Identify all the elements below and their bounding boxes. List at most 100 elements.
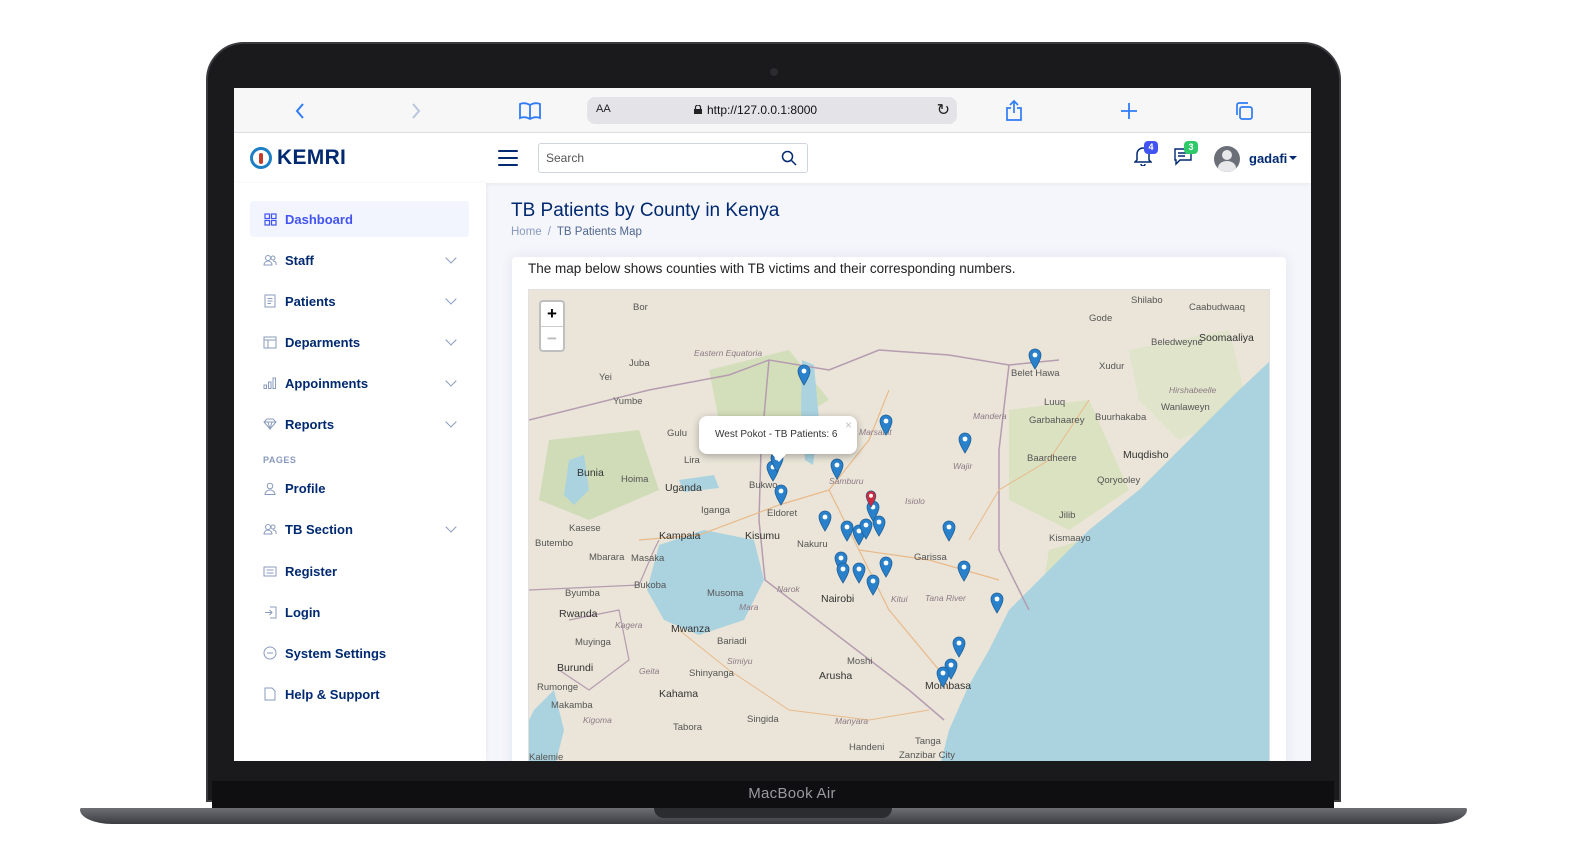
place-label: Kitui: [891, 594, 908, 604]
place-label: Geita: [639, 666, 660, 676]
address-bar[interactable]: AA http://127.0.0.1:8000 ↻: [587, 97, 957, 124]
back-icon[interactable]: [290, 88, 310, 133]
map-marker[interactable]: [1028, 348, 1042, 370]
place-label: Kismaayo: [1049, 533, 1091, 544]
breadcrumb-home[interactable]: Home: [511, 226, 542, 238]
sidebar-item-reports[interactable]: Reports: [250, 406, 469, 442]
chevron-down-icon: [445, 334, 457, 346]
bookmarks-icon[interactable]: [517, 88, 543, 133]
place-label: Iganga: [701, 505, 731, 516]
place-label: Jilib: [1059, 510, 1076, 521]
search-input[interactable]: Search: [538, 143, 808, 173]
place-label: Xudur: [1099, 361, 1125, 372]
search-icon[interactable]: [781, 150, 797, 166]
place-label: Mandera: [973, 411, 1007, 421]
map-marker[interactable]: [836, 562, 850, 584]
map-marker[interactable]: [958, 432, 972, 454]
place-label: Hirshabeelle: [1169, 385, 1217, 395]
place-label: Eldoret: [767, 508, 798, 519]
map-marker-selected[interactable]: [865, 490, 877, 508]
sidebar-item-tb-section[interactable]: TB Section: [250, 511, 469, 547]
map-marker[interactable]: [879, 556, 893, 578]
sidebar-item-staff[interactable]: Staff: [250, 242, 469, 278]
place-label: Bunia: [577, 467, 604, 479]
popup-close-icon[interactable]: ×: [845, 418, 852, 432]
people-icon: [262, 252, 278, 268]
place-label: Masaka: [631, 553, 665, 564]
sidebar-item-profile[interactable]: Profile: [250, 470, 469, 506]
reader-aa-button[interactable]: AA: [596, 103, 611, 115]
messages-badge: 3: [1184, 141, 1198, 154]
place-label: Kasese: [569, 523, 601, 534]
place-label: Rumonge: [537, 682, 579, 693]
page-title: TB Patients by County in Kenya: [511, 200, 780, 221]
sidebar-item-label: Profile: [285, 480, 326, 496]
place-label: Byumba: [565, 588, 600, 599]
browser-toolbar: AA http://127.0.0.1:8000 ↻: [234, 88, 1311, 133]
profile-username[interactable]: gadafi: [1249, 151, 1287, 166]
sidebar-item-register[interactable]: Register: [250, 553, 469, 589]
logo[interactable]: KEMRI: [250, 146, 346, 170]
map-marker[interactable]: [942, 520, 956, 542]
place-label: Nakuru: [797, 539, 828, 550]
place-label: Handeni: [849, 742, 885, 753]
place-label: Garbahaarey: [1029, 415, 1085, 426]
box-arrow-in-icon: [262, 604, 278, 620]
sidebar-item-dashboard[interactable]: Dashboard: [250, 201, 469, 237]
place-label: Nairobi: [821, 593, 855, 605]
sidebar-item-login[interactable]: Login: [250, 594, 469, 630]
camera-icon: [770, 68, 778, 76]
gem-icon: [262, 416, 278, 432]
sidebar-item-departments[interactable]: Deparments: [250, 324, 469, 360]
main-content: TB Patients by County in Kenya Home / TB P…: [486, 183, 1311, 761]
sidebar-item-system-settings[interactable]: System Settings: [250, 635, 469, 671]
map-marker[interactable]: [936, 666, 950, 688]
zoom-in-button[interactable]: +: [541, 302, 563, 326]
place-label: Burundi: [557, 662, 594, 674]
new-tab-icon[interactable]: [1118, 88, 1140, 133]
map-marker[interactable]: [866, 574, 880, 596]
map-marker[interactable]: [818, 510, 832, 532]
forward-icon[interactable]: [406, 88, 426, 133]
place-label: Caabudwaaq: [1189, 302, 1245, 313]
tabs-overview-icon[interactable]: [1232, 88, 1256, 133]
search-placeholder: Search: [546, 151, 585, 165]
place-label: Arusha: [819, 670, 853, 682]
dash-circle-icon: [262, 645, 278, 661]
place-label: Uganda: [665, 482, 702, 494]
people-icon: [262, 521, 278, 537]
share-icon[interactable]: [1004, 88, 1024, 133]
person-icon: [262, 480, 278, 496]
map-marker[interactable]: [797, 364, 811, 386]
sidebar-item-label: Help & Support: [285, 686, 380, 702]
notifications-bell[interactable]: 4: [1133, 141, 1158, 171]
map-marker[interactable]: [830, 458, 844, 480]
sidebar-item-appointments[interactable]: Appoinments: [250, 365, 469, 401]
avatar[interactable]: [1214, 146, 1240, 172]
place-label: Beledweyne: [1151, 337, 1203, 348]
place-label: Mara: [739, 602, 759, 612]
map-marker[interactable]: [879, 414, 893, 436]
sidebar-item-label: Deparments: [285, 334, 361, 350]
sidebar-item-patients[interactable]: Patients: [250, 283, 469, 319]
place-label: Zanzibar City: [899, 750, 955, 761]
map-marker[interactable]: [952, 636, 966, 658]
map-description: The map below shows counties with TB vic…: [528, 261, 1016, 276]
map-marker[interactable]: [957, 560, 971, 582]
map-marker[interactable]: [990, 592, 1004, 614]
zoom-out-button[interactable]: −: [541, 326, 563, 350]
profile-dropdown-icon[interactable]: [1289, 156, 1297, 160]
map[interactable]: Bor Juba Eastern Equatoria Yei Yumbe Gulu Lira…: [528, 289, 1270, 761]
sidebar-toggle-icon[interactable]: [498, 150, 518, 166]
sidebar-item-label: Staff: [285, 252, 314, 268]
place-label: Buurhakaba: [1095, 412, 1147, 423]
map-marker[interactable]: [852, 562, 866, 584]
reload-icon[interactable]: ↻: [937, 100, 950, 120]
map-marker[interactable]: [774, 484, 788, 506]
screen: AA http://127.0.0.1:8000 ↻ KEMRI Search …: [234, 88, 1311, 761]
place-label: Mbarara: [589, 552, 625, 563]
place-label: Baardheere: [1027, 453, 1077, 464]
sidebar-item-help-support[interactable]: Help & Support: [250, 676, 469, 712]
messages-button[interactable]: 3: [1173, 141, 1198, 171]
place-label: Wajir: [953, 461, 973, 471]
